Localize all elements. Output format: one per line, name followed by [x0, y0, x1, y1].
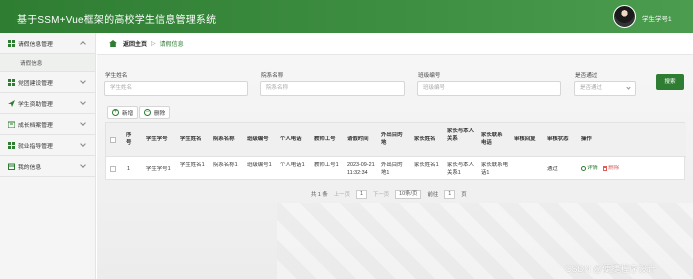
filter-label-department: 院系名称 [261, 73, 284, 79]
sidebar-item-label: 成长档案管理 [18, 122, 53, 129]
grid-icon [8, 78, 15, 86]
delete-link[interactable]: 删除 [603, 165, 619, 173]
row-actions: 详情 删除 [581, 165, 641, 175]
column-header: 序号 [126, 132, 132, 146]
column-header: 班级编号 [247, 136, 269, 142]
column-header: 家长与本人关系 [447, 128, 474, 142]
page-unit-label: 页 [461, 192, 467, 198]
delete-button[interactable]: − 删除 [139, 106, 171, 119]
chevron-down-icon [80, 120, 86, 126]
sidebar-item-label: 就业指导管理 [18, 143, 53, 150]
column-header: 学生学号 [146, 136, 168, 142]
status-cell: 通过 [547, 166, 558, 172]
page-size-select[interactable]: 10条/页 [395, 189, 422, 199]
breadcrumb-home[interactable]: 返回主页 [123, 39, 147, 48]
chevron-down-icon [80, 141, 86, 147]
sidebar: 请假信息管理 请假信息 党团建设管理 学生资助管理 成长档案管理 就业指导管理 … [0, 33, 96, 279]
grid-icon [8, 141, 15, 149]
table-cell: 家长姓名1 [414, 162, 439, 168]
sidebar-item-label: 党团建设管理 [18, 80, 53, 87]
minus-icon: − [144, 109, 151, 116]
filter-label-approved: 是否通过 [575, 73, 598, 79]
table-cell: 家长与本人关系1 [447, 162, 474, 176]
plane-icon [8, 99, 15, 107]
column-header: 家长姓名 [414, 136, 436, 142]
breadcrumb-separator: ▷ [151, 41, 156, 47]
prev-page-button[interactable]: 上一页 [334, 190, 350, 198]
breadcrumb-current: 请假信息 [159, 42, 184, 48]
column-header: 院系名称 [213, 136, 235, 142]
table-cell: 院系名称1 [213, 162, 238, 168]
chevron-down-icon [80, 78, 86, 84]
department-input[interactable]: 院系名称 [260, 81, 405, 96]
trash-icon [603, 166, 608, 172]
sidebar-item-employment[interactable]: 就业指导管理 [0, 135, 95, 156]
table-cell: 学生学号1 [146, 166, 171, 172]
archive-icon [7, 121, 16, 128]
column-header: 外出目的地 [381, 132, 403, 146]
chevron-down-icon [626, 85, 631, 90]
user-name[interactable]: 学生学号1 [642, 13, 672, 23]
grid-icon [8, 39, 15, 47]
column-header: 请假时间 [347, 136, 369, 142]
pagination: 共 1 条 上一页 1 下一页 10条/页 前往 1 页 [311, 189, 467, 199]
table-cell: 教师工号1 [314, 162, 339, 168]
chevron-down-icon [80, 162, 86, 168]
total-count: 共 1 条 [311, 192, 328, 198]
table-cell: 班级编号1 [247, 162, 272, 168]
add-button[interactable]: + 新增 [107, 106, 139, 119]
sidebar-subitem-leave-info[interactable]: 请假信息 [0, 54, 95, 72]
student-name-input[interactable]: 学生姓名 [104, 81, 248, 96]
next-page-button[interactable]: 下一页 [373, 190, 389, 198]
sidebar-item-leave[interactable]: 请假信息管理 [0, 33, 95, 54]
plus-icon: + [112, 109, 119, 116]
table-cell: 学生姓名1 [180, 162, 205, 168]
column-header: 操作 [581, 136, 592, 142]
sidebar-item-label: 学生资助管理 [18, 101, 53, 108]
row-checkbox[interactable] [110, 166, 116, 172]
table-cell: 家长联系电话1 [481, 162, 508, 176]
current-page[interactable]: 1 [355, 189, 367, 199]
app-title: 基于SSM+Vue框架的高校学生信息管理系统 [17, 15, 217, 26]
data-table: 序号 学生学号 学生姓名 院系名称 班级编号 个人电话 教师工号 请假时间 外出… [105, 122, 686, 180]
eye-icon [581, 166, 586, 172]
watermark: CSDN @便捷程序设计 [565, 264, 657, 274]
filter-label-student-name: 学生姓名 [105, 73, 128, 79]
column-header: 个人电话 [280, 136, 302, 142]
main-content: 返回主页 ▷ 请假信息 学生姓名 学生姓名 院系名称 院系名称 班级编号 班级编… [97, 33, 693, 279]
avatar[interactable] [613, 5, 636, 28]
approved-select[interactable]: 是否通过 [574, 81, 636, 96]
table-cell: 1 [127, 166, 130, 172]
sidebar-item-aid[interactable]: 学生资助管理 [0, 93, 95, 114]
goto-label: 前往 [427, 192, 439, 198]
sidebar-item-label: 请假信息管理 [18, 41, 53, 48]
column-header: 审核状态 [547, 136, 569, 142]
sidebar-item-label: 我的信息 [18, 164, 42, 171]
detail-link[interactable]: 详情 [581, 165, 598, 173]
table-cell: 2023-09-21 11:32:34 [347, 162, 375, 176]
class-input[interactable]: 班级编号 [417, 81, 561, 96]
table-cell: 个人电话1 [280, 162, 305, 168]
column-header: 审核回复 [514, 136, 536, 142]
search-button[interactable]: 搜索 [656, 74, 684, 90]
column-header: 家长联系电话 [481, 132, 503, 146]
select-all-checkbox[interactable] [110, 137, 116, 143]
table-header: 序号 学生学号 学生姓名 院系名称 班级编号 个人电话 教师工号 请假时间 外出… [106, 123, 686, 157]
home-icon [109, 40, 117, 47]
column-header: 教师工号 [314, 136, 336, 142]
column-header: 学生姓名 [180, 136, 202, 142]
chevron-up-icon [80, 41, 86, 47]
goto-page-input[interactable]: 1 [444, 189, 456, 199]
sidebar-item-party[interactable]: 党团建设管理 [0, 72, 95, 93]
sidebar-item-my-info[interactable]: 我的信息 [0, 156, 95, 177]
top-bar: 基于SSM+Vue框架的高校学生信息管理系统 学生学号1 [0, 0, 693, 33]
filter-label-class: 班级编号 [418, 73, 441, 79]
table-cell: 外出目的地1 [381, 162, 403, 176]
chevron-down-icon [80, 99, 86, 105]
calendar-icon [8, 163, 15, 170]
breadcrumb: 返回主页 ▷ 请假信息 [97, 33, 693, 55]
sidebar-item-growth[interactable]: 成长档案管理 [0, 114, 95, 135]
